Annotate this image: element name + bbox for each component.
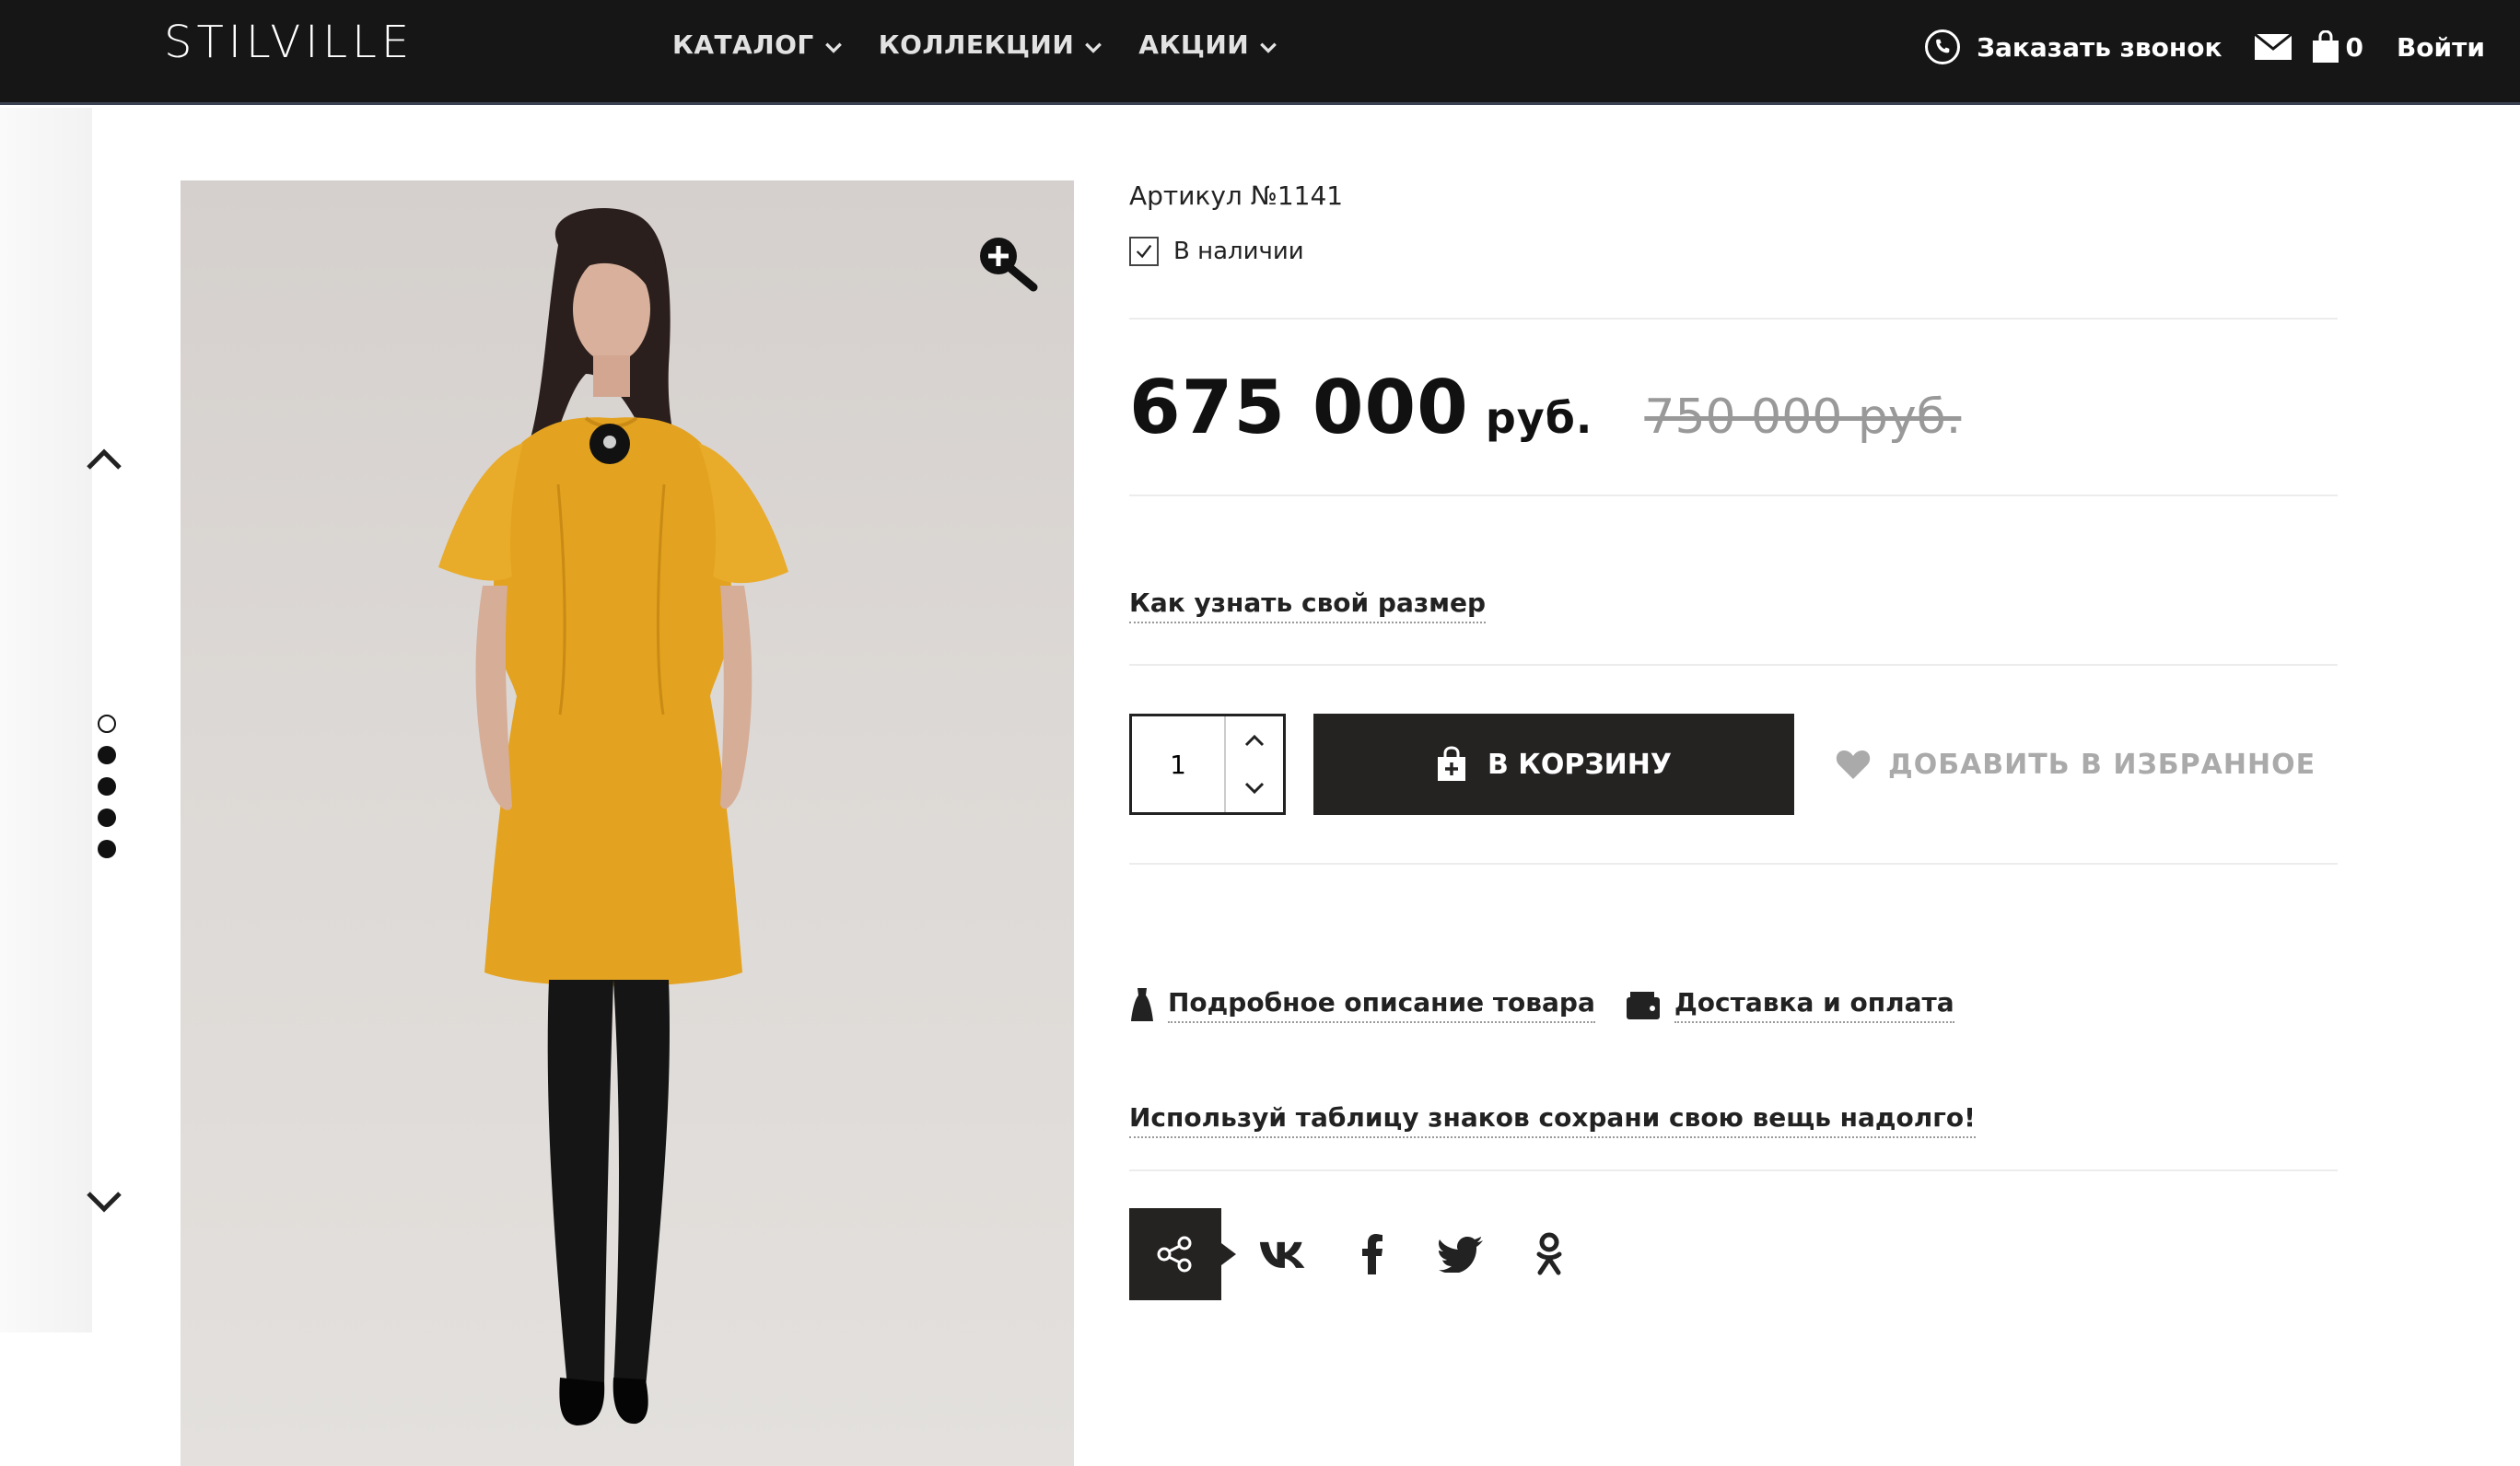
gallery-dot[interactable] <box>98 809 116 827</box>
quantity-input[interactable] <box>1132 716 1224 812</box>
care-row: Используй таблицу знаков сохрани свою ве… <box>1129 1102 2338 1169</box>
model-illustration <box>438 208 788 1425</box>
favorites-label: ДОБАВИТЬ В ИЗБРАННОЕ <box>1888 748 2316 781</box>
nav-catalog-label: КАТАЛОГ <box>672 29 814 60</box>
price-block: 675 000 руб. 750 000 руб. <box>1129 320 2338 494</box>
share-button[interactable] <box>1129 1208 1236 1300</box>
facebook-icon[interactable] <box>1347 1228 1398 1280</box>
shopping-bag-icon <box>2313 30 2339 63</box>
nav-collections-label: КОЛЛЕКЦИИ <box>878 29 1075 60</box>
callback-label: Заказать звонок <box>1977 31 2222 63</box>
product-article: Артикул №1141 <box>1129 180 1344 211</box>
purchase-controls: В КОРЗИНУ ДОБАВИТЬ В ИЗБРАННОЕ <box>1129 666 2338 863</box>
add-to-favorites-button[interactable]: ДОБАВИТЬ В ИЗБРАННОЕ <box>1835 748 2316 781</box>
description-link-item[interactable]: Подробное описание товара <box>1129 986 1595 1023</box>
quantity-decrease-button[interactable] <box>1226 764 1283 812</box>
product-info: Артикул №1141 В наличии 675 000 руб. 750 … <box>1129 180 2338 1300</box>
vk-icon[interactable] <box>1258 1228 1310 1280</box>
cart-add-icon <box>1438 746 1465 781</box>
gallery-dot[interactable] <box>98 746 116 764</box>
info-links: Подробное описание товара Доставка и опл… <box>1129 865 2338 1045</box>
zoom-icon[interactable] <box>976 234 1039 297</box>
product-photo[interactable] <box>181 180 1074 1466</box>
gallery-pagination <box>98 715 116 858</box>
share-row <box>1129 1208 2338 1300</box>
odnoklassniki-icon[interactable] <box>1523 1228 1575 1280</box>
add-to-cart-label: В КОРЗИНУ <box>1488 748 1672 781</box>
header-actions: Заказать звонок 0 Войти <box>1925 29 2485 64</box>
quantity-increase-button[interactable] <box>1226 716 1283 764</box>
nav-catalog[interactable]: КАТАЛОГ <box>672 29 844 60</box>
price-value: 675 000 <box>1129 365 1469 450</box>
callback-button[interactable]: Заказать звонок <box>1925 29 2222 64</box>
description-link[interactable]: Подробное описание товара <box>1168 987 1595 1023</box>
gallery-dot[interactable] <box>98 840 116 858</box>
chevron-down-icon <box>824 42 842 53</box>
delivery-link[interactable]: Доставка и оплата <box>1674 987 1954 1023</box>
cart-count: 0 <box>2345 31 2363 63</box>
dress-icon <box>1131 988 1153 1021</box>
size-guide-row: Как узнать свой размер <box>1129 496 2338 664</box>
nav-sales[interactable]: АКЦИИ <box>1138 29 1278 60</box>
size-guide-link[interactable]: Как узнать свой размер <box>1129 588 1487 623</box>
gallery-dot[interactable] <box>98 777 116 796</box>
phone-icon <box>1925 29 1961 64</box>
care-link[interactable]: Используй таблицу знаков сохрани свою ве… <box>1129 1102 1976 1138</box>
gallery-dot[interactable] <box>98 715 116 733</box>
nav-sales-label: АКЦИИ <box>1138 29 1250 60</box>
gallery-strip <box>0 108 92 1332</box>
gallery-next-arrow[interactable] <box>81 1186 127 1219</box>
mail-icon[interactable] <box>2255 34 2292 60</box>
cart-button[interactable]: 0 <box>2312 30 2363 64</box>
chevron-down-icon <box>1244 782 1265 795</box>
delivery-link-item[interactable]: Доставка и оплата <box>1625 987 1954 1023</box>
old-price: 750 000 руб. <box>1644 390 1962 445</box>
stock-label: В наличии <box>1173 238 1304 265</box>
nav-collections[interactable]: КОЛЛЕКЦИИ <box>879 29 1104 60</box>
quantity-buttons <box>1224 716 1283 812</box>
chevron-down-icon <box>1085 42 1102 53</box>
chevron-down-icon <box>1260 42 1278 53</box>
wallet-icon <box>1626 991 1660 1019</box>
stock-status: В наличии <box>1129 237 2338 266</box>
login-link[interactable]: Войти <box>2397 32 2485 63</box>
gallery-prev-arrow[interactable] <box>81 442 127 475</box>
divider <box>1129 1169 2338 1171</box>
quantity-stepper <box>1129 714 1286 815</box>
check-icon <box>1129 237 1159 266</box>
current-price: 675 000 руб. <box>1129 365 1592 450</box>
site-header: STILVILLE КАТАЛОГ КОЛЛЕКЦИИ АКЦИИ Заказа… <box>0 0 2520 105</box>
twitter-icon[interactable] <box>1435 1228 1487 1280</box>
heart-icon <box>1836 750 1871 779</box>
add-to-cart-button[interactable]: В КОРЗИНУ <box>1313 714 1794 815</box>
price-currency: руб. <box>1485 393 1593 443</box>
main-nav: КАТАЛОГ КОЛЛЕКЦИИ АКЦИИ <box>672 29 1278 60</box>
site-logo[interactable]: STILVILLE <box>164 17 414 68</box>
share-icon <box>1157 1236 1192 1273</box>
chevron-up-icon <box>1244 734 1265 747</box>
